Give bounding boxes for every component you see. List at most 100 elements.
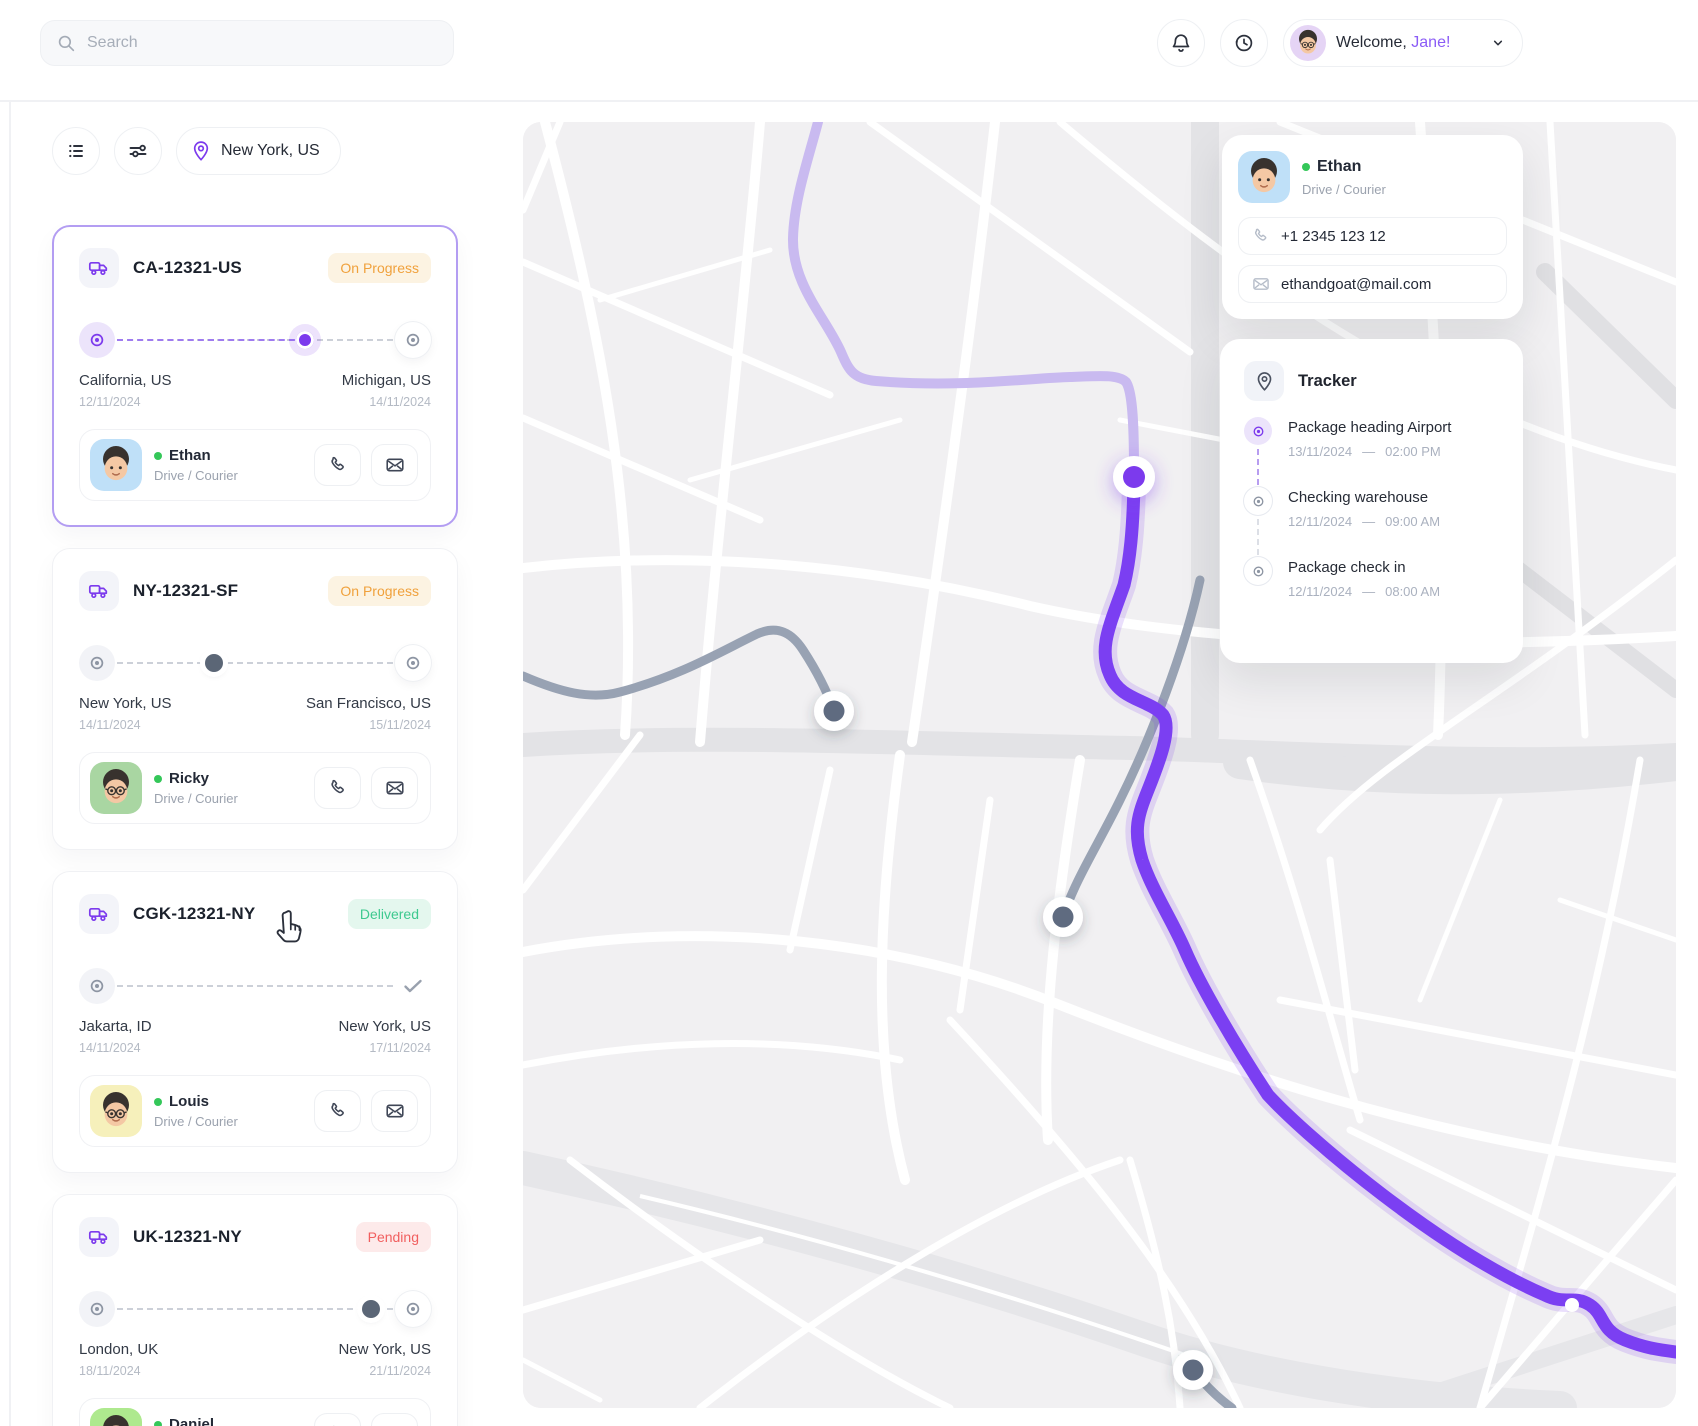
origin-target-icon: [79, 645, 115, 681]
welcome-text: Welcome, Jane!: [1336, 34, 1450, 52]
location-filter-chip[interactable]: New York, US: [176, 127, 341, 175]
driver-email[interactable]: ethandgoat@mail.com: [1238, 265, 1507, 303]
sliders-icon: [126, 139, 150, 163]
call-button[interactable]: [314, 444, 361, 486]
status-badge: On Progress: [328, 576, 431, 606]
avatar: [90, 762, 142, 814]
courier-role: Drive / Courier: [154, 1115, 238, 1128]
shipment-id: CGK-12321-NY: [133, 904, 255, 924]
online-dot: [154, 1421, 162, 1426]
destination-date: 21/11/2024: [338, 1364, 431, 1378]
courier-name: Louis: [169, 1094, 209, 1109]
notifications-button[interactable]: [1157, 19, 1205, 67]
shipment-card[interactable]: CGK-12321-NY Delivered Jakarta, ID 14/11/…: [52, 871, 458, 1173]
online-dot: [154, 452, 162, 460]
driver-phone[interactable]: +1 2345 123 12: [1238, 217, 1507, 255]
avatar: [1238, 151, 1290, 203]
courier-name: Ricky: [169, 771, 209, 786]
user-menu[interactable]: Welcome, Jane!: [1283, 19, 1523, 67]
list-icon: [64, 139, 88, 163]
truck-icon: [79, 1217, 119, 1257]
destination-city: Michigan, US: [342, 372, 431, 389]
origin-date: 14/11/2024: [79, 718, 172, 732]
status-badge: Delivered: [348, 899, 431, 929]
courier-role: Drive / Courier: [154, 469, 238, 482]
origin-city: New York, US: [79, 695, 172, 712]
shipment-id: NY-12321-SF: [133, 581, 238, 601]
avatar: [90, 1085, 142, 1137]
message-button[interactable]: [371, 767, 418, 809]
message-button[interactable]: [371, 1413, 418, 1426]
courier-row: Ethan Drive / Courier: [79, 429, 431, 501]
truck-icon: [79, 571, 119, 611]
message-button[interactable]: [371, 444, 418, 486]
call-button[interactable]: [314, 767, 361, 809]
destination-city: New York, US: [338, 1341, 431, 1358]
tracker-pin-icon: [1244, 361, 1284, 401]
tracker-title: Tracker: [1298, 372, 1357, 391]
shipment-id: CA-12321-US: [133, 258, 242, 278]
truck-icon: [79, 248, 119, 288]
search-icon: [55, 32, 77, 54]
header-divider: [0, 100, 1698, 102]
destination-date: 15/11/2024: [306, 718, 431, 732]
progress-track: [117, 645, 393, 681]
shipment-id: UK-12321-NY: [133, 1227, 242, 1247]
online-dot: [154, 1098, 162, 1106]
destination-city: New York, US: [338, 1018, 431, 1035]
origin-date: 12/11/2024: [79, 395, 172, 409]
avatar: [1290, 25, 1326, 61]
history-icon: [1232, 31, 1256, 55]
target-icon: [1244, 557, 1272, 585]
target-icon: [1244, 417, 1272, 445]
courier-name: Daniel: [169, 1417, 214, 1426]
destination-date: 14/11/2024: [342, 395, 431, 409]
chevron-down-icon: [1488, 33, 1508, 53]
bell-icon: [1169, 31, 1193, 55]
list-view-button[interactable]: [52, 127, 100, 175]
driver-panel: Ethan Drive / Courier +1 2345 123 12 eth…: [1222, 135, 1523, 319]
origin-target-icon: [79, 968, 115, 1004]
online-dot: [154, 775, 162, 783]
destination-date: 17/11/2024: [338, 1041, 431, 1055]
progress-track: [117, 322, 393, 358]
map-pin-icon: [189, 139, 213, 163]
map[interactable]: Ethan Drive / Courier +1 2345 123 12 eth…: [523, 122, 1676, 1408]
tracker-panel: Tracker Package heading Airport 13/11/20…: [1220, 339, 1523, 663]
progress-track: [117, 1291, 393, 1327]
mail-icon: [1251, 274, 1271, 294]
message-button[interactable]: [371, 1090, 418, 1132]
destination-target-icon: [395, 322, 431, 358]
destination-target-icon: [395, 645, 431, 681]
phone-icon: [1251, 226, 1271, 246]
origin-date: 14/11/2024: [79, 1041, 152, 1055]
tracker-event: Checking warehouse 12/11/2024—09:00 AM: [1244, 489, 1499, 559]
origin-target-icon: [79, 1291, 115, 1327]
active-courier-marker: [1113, 456, 1155, 498]
progress-dot: [205, 654, 223, 672]
truck-icon: [79, 894, 119, 934]
tracker-event: Package check in 12/11/2024—08:00 AM: [1244, 559, 1499, 599]
progress-dot: [362, 1300, 380, 1318]
target-icon: [1244, 487, 1272, 515]
history-button[interactable]: [1220, 19, 1268, 67]
destination-city: San Francisco, US: [306, 695, 431, 712]
origin-city: Jakarta, ID: [79, 1018, 152, 1035]
filter-button[interactable]: [114, 127, 162, 175]
left-rail-divider: [9, 100, 11, 1426]
destination-target-icon: [395, 1291, 431, 1327]
origin-target-icon: [79, 322, 115, 358]
search-field[interactable]: [87, 34, 439, 52]
courier-row: Ricky Drive / Courier: [79, 752, 431, 824]
call-button[interactable]: [314, 1413, 361, 1426]
search-input[interactable]: [40, 20, 454, 66]
call-button[interactable]: [314, 1090, 361, 1132]
route-waypoint: [1565, 1298, 1579, 1312]
delivered-check-icon: [395, 968, 431, 1004]
shipment-card[interactable]: CA-12321-US On Progress California, US12…: [52, 225, 458, 527]
driver-role: Drive / Courier: [1302, 182, 1386, 197]
shipment-card[interactable]: UK-12321-NY Pending London, UK18/11/2024…: [52, 1194, 458, 1426]
courier-row: Louis Drive / Courier: [79, 1075, 431, 1147]
origin-date: 18/11/2024: [79, 1364, 158, 1378]
shipment-card[interactable]: NY-12321-SF On Progress New York, US 14/1…: [52, 548, 458, 850]
